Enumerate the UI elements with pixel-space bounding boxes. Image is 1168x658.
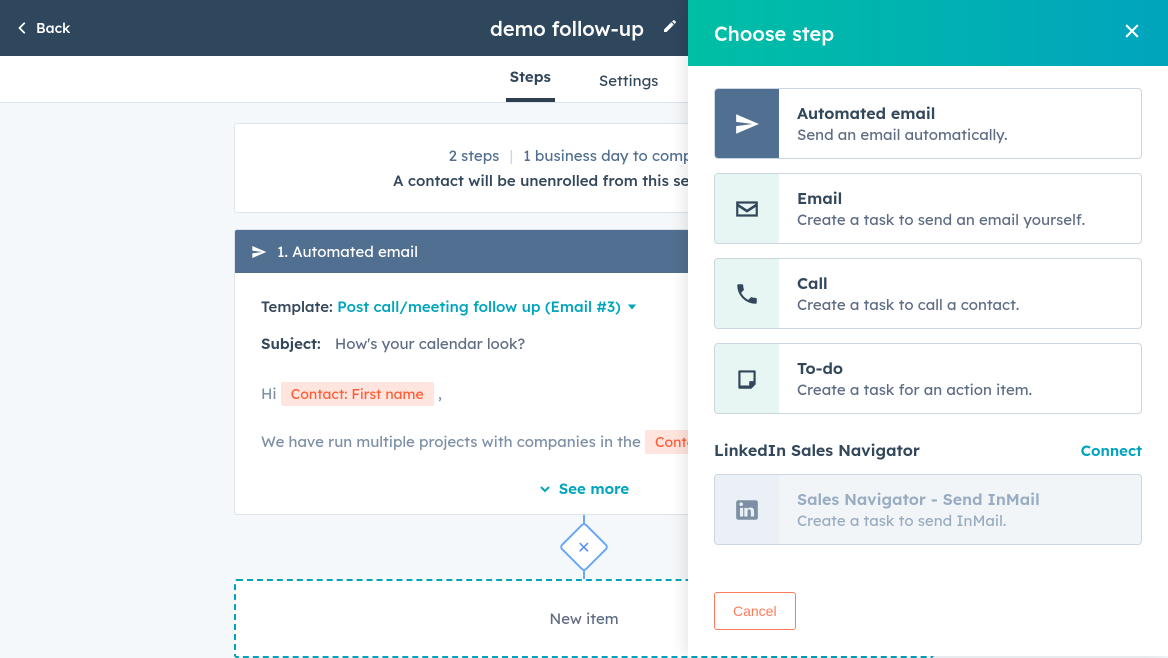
steps-count: 2 steps — [449, 146, 500, 165]
option-sub: Create a task to call a contact. — [797, 295, 1019, 314]
phone-icon — [715, 259, 779, 328]
template-label: Template: — [261, 297, 333, 316]
envelope-icon — [715, 174, 779, 243]
option-automated-email[interactable]: Automated email Send an email automatica… — [714, 88, 1142, 159]
back-label: Back — [36, 19, 70, 37]
token-first-name[interactable]: Contact: First name — [281, 382, 434, 406]
linkedin-section-title: LinkedIn Sales Navigator — [714, 440, 920, 460]
greeting-prefix: Hi — [261, 384, 281, 403]
panel-footer: Cancel — [688, 574, 1168, 656]
template-selector[interactable]: Post call/meeting follow up (Email #3) — [337, 297, 637, 316]
chevron-left-icon — [16, 21, 30, 35]
see-more-label: See more — [559, 479, 629, 498]
pencil-icon — [662, 18, 678, 34]
panel-body: Automated email Send an email automatica… — [688, 66, 1168, 574]
paper-plane-icon — [715, 89, 779, 158]
chevron-down-icon — [539, 483, 551, 495]
new-item-label: New item — [549, 609, 618, 628]
option-sub: Create a task to send an email yourself. — [797, 210, 1085, 229]
option-sub: Create a task to send InMail. — [797, 511, 1040, 530]
close-panel-button[interactable] — [1122, 21, 1142, 46]
caret-down-icon — [627, 302, 637, 312]
option-title: To-do — [797, 358, 1032, 378]
option-title: Sales Navigator - Send InMail — [797, 489, 1040, 509]
option-sub: Create a task for an action item. — [797, 380, 1032, 399]
todo-icon — [715, 344, 779, 413]
subject-label: Subject: — [261, 334, 321, 353]
subject-value: How's your calendar look? — [335, 334, 525, 353]
separator: | — [510, 146, 513, 165]
option-title: Automated email — [797, 103, 1008, 123]
paper-plane-icon — [251, 244, 267, 260]
step-title: 1. Automated email — [277, 242, 418, 261]
page-title: demo follow-up — [490, 16, 644, 41]
linkedin-section-header: LinkedIn Sales Navigator Connect — [714, 440, 1142, 460]
option-title: Email — [797, 188, 1085, 208]
linkedin-icon — [715, 475, 779, 544]
choose-step-panel: Choose step Automated email Send an emai… — [688, 0, 1168, 656]
connect-link[interactable]: Connect — [1081, 441, 1142, 460]
cancel-button[interactable]: Cancel — [714, 592, 796, 630]
tab-steps[interactable]: Steps — [506, 67, 555, 102]
option-email[interactable]: Email Create a task to send an email you… — [714, 173, 1142, 244]
option-todo[interactable]: To-do Create a task for an action item. — [714, 343, 1142, 414]
close-icon — [1122, 21, 1142, 41]
panel-header: Choose step — [688, 0, 1168, 66]
greeting-suffix: , — [438, 384, 442, 403]
option-linkedin-inmail: Sales Navigator - Send InMail Create a t… — [714, 474, 1142, 545]
option-call[interactable]: Call Create a task to call a contact. — [714, 258, 1142, 329]
remove-step-button[interactable]: ✕ — [559, 522, 610, 573]
tab-settings[interactable]: Settings — [595, 71, 663, 102]
edit-title-button[interactable] — [662, 18, 678, 38]
back-button[interactable]: Back — [16, 19, 70, 37]
template-value: Post call/meeting follow up (Email #3) — [337, 297, 621, 316]
option-title: Call — [797, 273, 1019, 293]
panel-title: Choose step — [714, 21, 834, 46]
body-line: We have run multiple projects with compa… — [261, 432, 645, 451]
close-icon: ✕ — [577, 539, 590, 555]
option-sub: Send an email automatically. — [797, 125, 1008, 144]
